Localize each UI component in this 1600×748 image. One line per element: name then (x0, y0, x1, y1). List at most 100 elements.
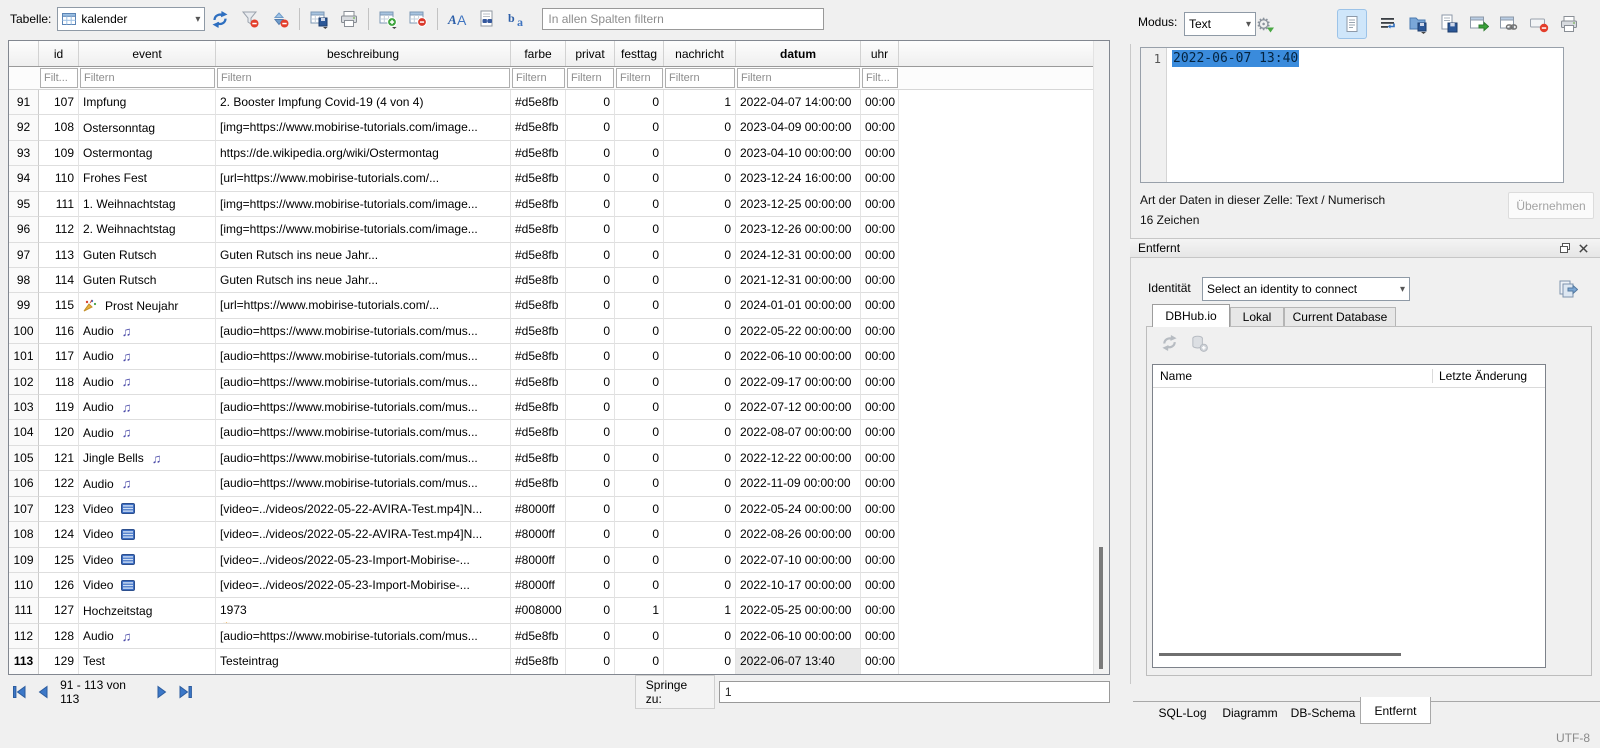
column-header-id[interactable]: id (39, 41, 79, 66)
cell-uhr[interactable]: 00:00 (861, 395, 899, 420)
cell-beschreibung[interactable]: [video=../videos/2022-05-23-Import-Mobir… (216, 548, 511, 573)
cell-datum[interactable]: 2022-11-09 00:00:00 (736, 471, 861, 496)
cell-id[interactable]: 125 (39, 548, 79, 573)
cell-farbe[interactable]: #8000ff (511, 522, 566, 547)
filter-input-privat[interactable] (567, 68, 614, 88)
cell-privat[interactable]: 0 (566, 115, 615, 140)
cell-privat[interactable]: 0 (566, 90, 615, 115)
cell-farbe[interactable]: #008000 (511, 598, 566, 623)
dock-tab-db-schema[interactable]: DB-Schema (1286, 702, 1360, 724)
cell-id[interactable]: 113 (39, 243, 79, 268)
cell-event[interactable]: Impfung (79, 90, 216, 115)
delete-record-button[interactable] (404, 5, 432, 33)
remote-refresh-button[interactable] (1158, 333, 1180, 353)
open-external-button[interactable] (1467, 12, 1491, 36)
import-data-button[interactable] (1406, 12, 1430, 36)
cell-datum[interactable]: 2022-07-10 00:00:00 (736, 548, 861, 573)
cell-privat[interactable]: 0 (566, 522, 615, 547)
identity-selector[interactable]: Select an identity to connect ▾ (1202, 277, 1410, 301)
cell-festtag[interactable]: 0 (615, 319, 664, 344)
cell-datum[interactable]: 2023-12-25 00:00:00 (736, 192, 861, 217)
cell-nachricht[interactable]: 0 (664, 192, 736, 217)
cell-farbe[interactable]: #d5e8fb (511, 192, 566, 217)
cell-datum[interactable]: 2022-06-10 00:00:00 (736, 624, 861, 649)
cell-event[interactable]: Ostermontag (79, 141, 216, 166)
row-header[interactable]: 110 (9, 573, 39, 598)
cell-farbe[interactable]: #d5e8fb (511, 471, 566, 496)
cell-nachricht[interactable]: 0 (664, 624, 736, 649)
row-header[interactable]: 108 (9, 522, 39, 547)
cell-uhr[interactable]: 00:00 (861, 192, 899, 217)
row-header[interactable]: 91 (9, 90, 39, 115)
cell-privat[interactable]: 0 (566, 268, 615, 293)
cell-id[interactable]: 114 (39, 268, 79, 293)
cell-id[interactable]: 119 (39, 395, 79, 420)
horizontal-scrollbar[interactable] (1159, 653, 1401, 656)
column-header-uhr[interactable]: uhr (861, 41, 899, 66)
cell-festtag[interactable]: 0 (615, 192, 664, 217)
cell-farbe[interactable]: #d5e8fb (511, 293, 566, 318)
cell-id[interactable]: 115 (39, 293, 79, 318)
cell-uhr[interactable]: 00:00 (861, 141, 899, 166)
cell-datum[interactable]: 2022-08-07 00:00:00 (736, 420, 861, 445)
cell-nachricht[interactable]: 0 (664, 446, 736, 471)
cell-uhr[interactable]: 00:00 (861, 471, 899, 496)
cell-festtag[interactable]: 0 (615, 395, 664, 420)
filter-input-id[interactable] (40, 68, 78, 88)
cell-id[interactable]: 116 (39, 319, 79, 344)
cell-uhr[interactable]: 00:00 (861, 497, 899, 522)
cell-farbe[interactable]: #8000ff (511, 497, 566, 522)
clear-sorting-button[interactable] (266, 5, 294, 33)
cell-nachricht[interactable]: 0 (664, 420, 736, 445)
cell-festtag[interactable]: 0 (615, 420, 664, 445)
row-header[interactable]: 111 (9, 598, 39, 623)
cell-datum[interactable]: 2022-08-26 00:00:00 (736, 522, 861, 547)
cell-event[interactable]: Audio♫ (79, 471, 216, 496)
cell-beschreibung[interactable]: https://de.wikipedia.org/wiki/Ostermonta… (216, 141, 511, 166)
cell-event[interactable]: Video (79, 573, 216, 598)
cell-uhr[interactable]: 00:00 (861, 217, 899, 242)
cell-nachricht[interactable]: 0 (664, 395, 736, 420)
copy-link-button[interactable] (1497, 12, 1521, 36)
row-header[interactable]: 101 (9, 344, 39, 369)
cell-uhr[interactable]: 00:00 (861, 649, 899, 674)
close-panel-button[interactable] (1574, 240, 1592, 256)
cell-datum[interactable]: 2022-04-07 14:00:00 (736, 90, 861, 115)
cell-nachricht[interactable]: 0 (664, 115, 736, 140)
cell-beschreibung[interactable]: [url=https://www.mobirise-tutorials.com/… (216, 166, 511, 191)
column-header-datum[interactable]: datum (736, 41, 861, 66)
export-data-button[interactable] (1437, 12, 1461, 36)
cell-farbe[interactable]: #d5e8fb (511, 446, 566, 471)
cell-datum[interactable]: 2022-05-24 00:00:00 (736, 497, 861, 522)
cell-beschreibung[interactable]: [video=../videos/2022-05-22-AVIRA-Test.m… (216, 522, 511, 547)
cell-event[interactable]: Video (79, 497, 216, 522)
cell-event[interactable]: Frohes Fest (79, 166, 216, 191)
filter-input-beschreibung[interactable] (217, 68, 510, 88)
column-header-beschreibung[interactable]: beschreibung (216, 41, 511, 66)
cell-datum[interactable]: 2022-07-12 00:00:00 (736, 395, 861, 420)
cell-event[interactable]: 1. Weihnachtstag (79, 192, 216, 217)
column-header-event[interactable]: event (79, 41, 216, 66)
cell-festtag[interactable]: 0 (615, 166, 664, 191)
cell-editor[interactable]: 1 2022-06-07 13:40 (1140, 47, 1564, 183)
cell-nachricht[interactable]: 1 (664, 598, 736, 623)
row-header[interactable]: 113 (9, 649, 39, 674)
cell-privat[interactable]: 0 (566, 649, 615, 674)
cell-privat[interactable]: 0 (566, 446, 615, 471)
clear-all-filters-button[interactable] (236, 5, 264, 33)
cell-uhr[interactable]: 00:00 (861, 548, 899, 573)
cell-event[interactable]: Audio♫ (79, 420, 216, 445)
cell-privat[interactable]: 0 (566, 624, 615, 649)
cell-festtag[interactable]: 0 (615, 344, 664, 369)
cell-festtag[interactable]: 0 (615, 624, 664, 649)
cell-farbe[interactable]: #d5e8fb (511, 344, 566, 369)
cell-beschreibung[interactable]: 1973 (216, 598, 511, 623)
cell-uhr[interactable]: 00:00 (861, 420, 899, 445)
cell-farbe[interactable]: #d5e8fb (511, 370, 566, 395)
cell-beschreibung[interactable]: [audio=https://www.mobirise-tutorials.co… (216, 319, 511, 344)
cell-nachricht[interactable]: 1 (664, 90, 736, 115)
float-panel-button[interactable] (1556, 240, 1574, 256)
cell-privat[interactable]: 0 (566, 497, 615, 522)
cell-privat[interactable]: 0 (566, 420, 615, 445)
cell-id[interactable]: 109 (39, 141, 79, 166)
